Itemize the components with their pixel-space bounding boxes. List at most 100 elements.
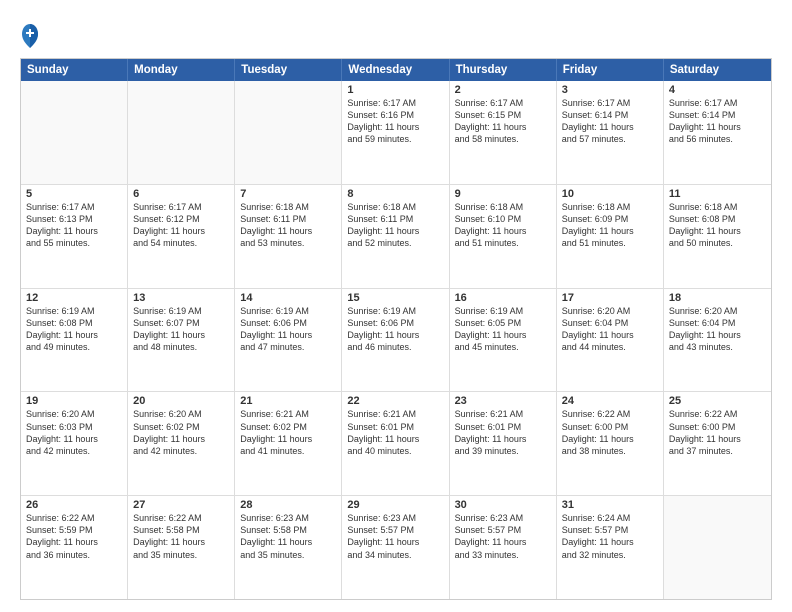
day-number: 22 bbox=[347, 395, 443, 407]
day-cell: 24Sunrise: 6:22 AMSunset: 6:00 PMDayligh… bbox=[557, 392, 664, 495]
day-cell bbox=[21, 81, 128, 184]
day-number: 8 bbox=[347, 188, 443, 200]
day-number: 24 bbox=[562, 395, 658, 407]
day-info: Sunrise: 6:19 AMSunset: 6:05 PMDaylight:… bbox=[455, 305, 551, 354]
week-row-3: 19Sunrise: 6:20 AMSunset: 6:03 PMDayligh… bbox=[21, 391, 771, 495]
day-info: Sunrise: 6:22 AMSunset: 5:58 PMDaylight:… bbox=[133, 512, 229, 561]
day-info: Sunrise: 6:17 AMSunset: 6:15 PMDaylight:… bbox=[455, 97, 551, 146]
day-info: Sunrise: 6:20 AMSunset: 6:04 PMDaylight:… bbox=[669, 305, 766, 354]
day-number: 2 bbox=[455, 84, 551, 96]
logo bbox=[20, 22, 44, 50]
day-info: Sunrise: 6:18 AMSunset: 6:08 PMDaylight:… bbox=[669, 201, 766, 250]
day-number: 7 bbox=[240, 188, 336, 200]
day-number: 12 bbox=[26, 292, 122, 304]
week-row-1: 5Sunrise: 6:17 AMSunset: 6:13 PMDaylight… bbox=[21, 184, 771, 288]
day-number: 14 bbox=[240, 292, 336, 304]
day-info: Sunrise: 6:21 AMSunset: 6:01 PMDaylight:… bbox=[347, 408, 443, 457]
day-info: Sunrise: 6:24 AMSunset: 5:57 PMDaylight:… bbox=[562, 512, 658, 561]
day-cell: 3Sunrise: 6:17 AMSunset: 6:14 PMDaylight… bbox=[557, 81, 664, 184]
day-cell: 6Sunrise: 6:17 AMSunset: 6:12 PMDaylight… bbox=[128, 185, 235, 288]
day-info: Sunrise: 6:23 AMSunset: 5:58 PMDaylight:… bbox=[240, 512, 336, 561]
day-header-sunday: Sunday bbox=[21, 59, 128, 81]
day-number: 6 bbox=[133, 188, 229, 200]
day-info: Sunrise: 6:17 AMSunset: 6:14 PMDaylight:… bbox=[669, 97, 766, 146]
day-cell: 5Sunrise: 6:17 AMSunset: 6:13 PMDaylight… bbox=[21, 185, 128, 288]
day-info: Sunrise: 6:22 AMSunset: 6:00 PMDaylight:… bbox=[669, 408, 766, 457]
day-info: Sunrise: 6:19 AMSunset: 6:08 PMDaylight:… bbox=[26, 305, 122, 354]
day-cell: 11Sunrise: 6:18 AMSunset: 6:08 PMDayligh… bbox=[664, 185, 771, 288]
day-header-thursday: Thursday bbox=[450, 59, 557, 81]
week-row-4: 26Sunrise: 6:22 AMSunset: 5:59 PMDayligh… bbox=[21, 495, 771, 599]
week-row-2: 12Sunrise: 6:19 AMSunset: 6:08 PMDayligh… bbox=[21, 288, 771, 392]
day-header-saturday: Saturday bbox=[664, 59, 771, 81]
day-info: Sunrise: 6:18 AMSunset: 6:11 PMDaylight:… bbox=[240, 201, 336, 250]
day-info: Sunrise: 6:17 AMSunset: 6:16 PMDaylight:… bbox=[347, 97, 443, 146]
day-info: Sunrise: 6:18 AMSunset: 6:09 PMDaylight:… bbox=[562, 201, 658, 250]
day-info: Sunrise: 6:17 AMSunset: 6:14 PMDaylight:… bbox=[562, 97, 658, 146]
day-cell: 16Sunrise: 6:19 AMSunset: 6:05 PMDayligh… bbox=[450, 289, 557, 392]
day-info: Sunrise: 6:23 AMSunset: 5:57 PMDaylight:… bbox=[455, 512, 551, 561]
calendar: SundayMondayTuesdayWednesdayThursdayFrid… bbox=[20, 58, 772, 600]
day-number: 27 bbox=[133, 499, 229, 511]
day-header-monday: Monday bbox=[128, 59, 235, 81]
day-number: 30 bbox=[455, 499, 551, 511]
day-number: 26 bbox=[26, 499, 122, 511]
day-info: Sunrise: 6:18 AMSunset: 6:11 PMDaylight:… bbox=[347, 201, 443, 250]
day-cell: 26Sunrise: 6:22 AMSunset: 5:59 PMDayligh… bbox=[21, 496, 128, 599]
day-cell: 15Sunrise: 6:19 AMSunset: 6:06 PMDayligh… bbox=[342, 289, 449, 392]
day-cell: 18Sunrise: 6:20 AMSunset: 6:04 PMDayligh… bbox=[664, 289, 771, 392]
day-number: 28 bbox=[240, 499, 336, 511]
day-number: 18 bbox=[669, 292, 766, 304]
day-number: 31 bbox=[562, 499, 658, 511]
day-number: 3 bbox=[562, 84, 658, 96]
day-cell: 27Sunrise: 6:22 AMSunset: 5:58 PMDayligh… bbox=[128, 496, 235, 599]
logo-icon bbox=[20, 22, 40, 50]
calendar-body: 1Sunrise: 6:17 AMSunset: 6:16 PMDaylight… bbox=[21, 81, 771, 599]
day-cell: 14Sunrise: 6:19 AMSunset: 6:06 PMDayligh… bbox=[235, 289, 342, 392]
day-info: Sunrise: 6:19 AMSunset: 6:07 PMDaylight:… bbox=[133, 305, 229, 354]
day-info: Sunrise: 6:20 AMSunset: 6:04 PMDaylight:… bbox=[562, 305, 658, 354]
day-info: Sunrise: 6:17 AMSunset: 6:13 PMDaylight:… bbox=[26, 201, 122, 250]
day-info: Sunrise: 6:20 AMSunset: 6:02 PMDaylight:… bbox=[133, 408, 229, 457]
day-cell: 25Sunrise: 6:22 AMSunset: 6:00 PMDayligh… bbox=[664, 392, 771, 495]
day-cell: 31Sunrise: 6:24 AMSunset: 5:57 PMDayligh… bbox=[557, 496, 664, 599]
day-cell: 13Sunrise: 6:19 AMSunset: 6:07 PMDayligh… bbox=[128, 289, 235, 392]
day-number: 13 bbox=[133, 292, 229, 304]
week-row-0: 1Sunrise: 6:17 AMSunset: 6:16 PMDaylight… bbox=[21, 81, 771, 184]
day-cell: 23Sunrise: 6:21 AMSunset: 6:01 PMDayligh… bbox=[450, 392, 557, 495]
calendar-header: SundayMondayTuesdayWednesdayThursdayFrid… bbox=[21, 59, 771, 81]
day-number: 4 bbox=[669, 84, 766, 96]
day-cell: 12Sunrise: 6:19 AMSunset: 6:08 PMDayligh… bbox=[21, 289, 128, 392]
page: SundayMondayTuesdayWednesdayThursdayFrid… bbox=[0, 0, 792, 612]
day-number: 1 bbox=[347, 84, 443, 96]
day-cell: 7Sunrise: 6:18 AMSunset: 6:11 PMDaylight… bbox=[235, 185, 342, 288]
day-cell: 19Sunrise: 6:20 AMSunset: 6:03 PMDayligh… bbox=[21, 392, 128, 495]
day-number: 23 bbox=[455, 395, 551, 407]
day-number: 16 bbox=[455, 292, 551, 304]
day-cell bbox=[235, 81, 342, 184]
day-number: 10 bbox=[562, 188, 658, 200]
day-info: Sunrise: 6:21 AMSunset: 6:01 PMDaylight:… bbox=[455, 408, 551, 457]
day-number: 29 bbox=[347, 499, 443, 511]
day-cell bbox=[128, 81, 235, 184]
day-header-friday: Friday bbox=[557, 59, 664, 81]
day-info: Sunrise: 6:23 AMSunset: 5:57 PMDaylight:… bbox=[347, 512, 443, 561]
day-info: Sunrise: 6:21 AMSunset: 6:02 PMDaylight:… bbox=[240, 408, 336, 457]
day-info: Sunrise: 6:19 AMSunset: 6:06 PMDaylight:… bbox=[240, 305, 336, 354]
day-cell: 30Sunrise: 6:23 AMSunset: 5:57 PMDayligh… bbox=[450, 496, 557, 599]
day-info: Sunrise: 6:22 AMSunset: 6:00 PMDaylight:… bbox=[562, 408, 658, 457]
day-info: Sunrise: 6:18 AMSunset: 6:10 PMDaylight:… bbox=[455, 201, 551, 250]
day-cell: 1Sunrise: 6:17 AMSunset: 6:16 PMDaylight… bbox=[342, 81, 449, 184]
day-cell: 28Sunrise: 6:23 AMSunset: 5:58 PMDayligh… bbox=[235, 496, 342, 599]
day-cell: 29Sunrise: 6:23 AMSunset: 5:57 PMDayligh… bbox=[342, 496, 449, 599]
day-number: 21 bbox=[240, 395, 336, 407]
day-number: 19 bbox=[26, 395, 122, 407]
header bbox=[20, 18, 772, 50]
day-cell: 21Sunrise: 6:21 AMSunset: 6:02 PMDayligh… bbox=[235, 392, 342, 495]
day-header-tuesday: Tuesday bbox=[235, 59, 342, 81]
day-header-wednesday: Wednesday bbox=[342, 59, 449, 81]
day-number: 15 bbox=[347, 292, 443, 304]
day-info: Sunrise: 6:20 AMSunset: 6:03 PMDaylight:… bbox=[26, 408, 122, 457]
day-cell: 20Sunrise: 6:20 AMSunset: 6:02 PMDayligh… bbox=[128, 392, 235, 495]
day-number: 17 bbox=[562, 292, 658, 304]
